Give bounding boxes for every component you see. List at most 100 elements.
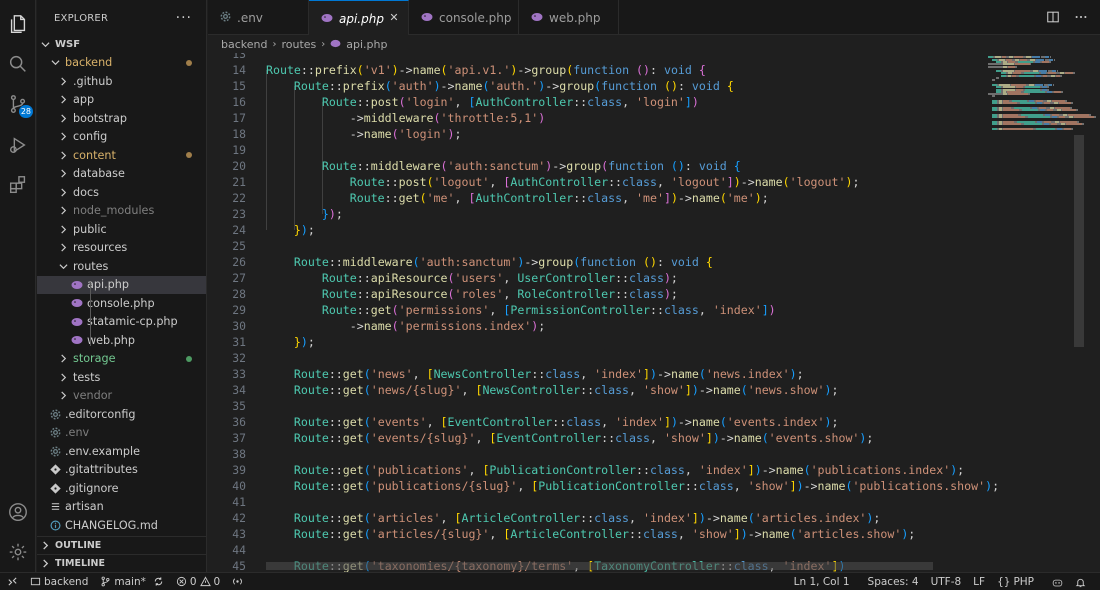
indentation-status[interactable]: Spaces: 4 bbox=[862, 573, 925, 590]
gear-icon bbox=[220, 11, 231, 25]
code-token: 'news.index' bbox=[705, 367, 790, 381]
sync-icon[interactable] bbox=[153, 576, 164, 587]
code-line[interactable]: ->name('login'); bbox=[266, 126, 462, 142]
line-number: 44 bbox=[232, 543, 246, 557]
workspace-root[interactable]: WSF bbox=[37, 35, 206, 54]
sidebar-item-changelog-md[interactable]: CHANGELOG.md bbox=[37, 516, 206, 535]
account-icon[interactable] bbox=[5, 499, 31, 525]
code-token: 'permissions' bbox=[398, 303, 490, 317]
tab-console-php[interactable]: console.php bbox=[409, 0, 519, 35]
explorer-files-icon[interactable] bbox=[5, 11, 31, 37]
extensions-icon[interactable] bbox=[5, 172, 31, 198]
code-line[interactable]: Route::middleware('auth:sanctum')->group… bbox=[266, 158, 741, 174]
cursor-position[interactable]: Ln 1, Col 1 bbox=[788, 573, 856, 590]
sidebar-item-web-php[interactable]: web.php bbox=[37, 331, 206, 350]
sidebar-item-gitignore[interactable]: .gitignore bbox=[37, 479, 206, 498]
code-editor[interactable]: 13 14 15 16 17 18 19 20 21 22 23 24 25 26 27 28 29 30 31 32… bbox=[208, 53, 1100, 572]
close-icon[interactable]: ✕ bbox=[388, 12, 400, 24]
code-line[interactable]: }); bbox=[266, 222, 315, 238]
horizontal-scrollbar[interactable] bbox=[266, 562, 933, 570]
sidebar-item-gitattributes[interactable]: .gitattributes bbox=[37, 461, 206, 480]
code-line[interactable]: Route::middleware('auth:sanctum')->group… bbox=[266, 254, 713, 270]
code-line[interactable]: Route::get('events/{slug}', [EventContro… bbox=[266, 430, 873, 446]
sidebar-item-docs[interactable]: docs bbox=[37, 183, 206, 202]
code-line[interactable]: Route::apiResource('users', UserControll… bbox=[266, 270, 678, 286]
copilot-status[interactable] bbox=[1046, 573, 1069, 590]
code-line[interactable]: Route::post('logout', [AuthController::c… bbox=[266, 174, 860, 190]
sidebar-item-label: .editorconfig bbox=[65, 407, 136, 421]
code-line[interactable]: Route::get('publications/{slug}', [Publi… bbox=[266, 478, 999, 494]
workspace-folder-status[interactable]: backend bbox=[24, 573, 94, 590]
sidebar-item-tests[interactable]: tests bbox=[37, 368, 206, 387]
sidebar-item-routes[interactable]: routes bbox=[37, 257, 206, 276]
eol-status[interactable]: LF bbox=[967, 573, 991, 590]
code-line[interactable]: }); bbox=[266, 334, 315, 350]
modified-dot bbox=[186, 59, 192, 66]
sidebar-item-backend[interactable]: backend bbox=[37, 54, 206, 73]
sidebar-item-content[interactable]: content bbox=[37, 146, 206, 165]
code-line[interactable]: Route::get('permissions', [PermissionCon… bbox=[266, 302, 776, 318]
minimap[interactable] bbox=[988, 53, 1096, 133]
sidebar-item-artisan[interactable]: artisan bbox=[37, 498, 206, 517]
code-line[interactable]: Route::get('me', [AuthController::class,… bbox=[266, 190, 769, 206]
code-token: [ bbox=[454, 511, 462, 525]
problems-status[interactable]: 0 0 bbox=[170, 573, 226, 590]
language-mode[interactable]: {} PHP bbox=[991, 573, 1040, 590]
outline-panel-header[interactable]: OUTLINE bbox=[37, 536, 206, 554]
sidebar-item-github[interactable]: .github bbox=[37, 72, 206, 91]
ports-status[interactable] bbox=[226, 573, 249, 590]
notifications-status[interactable] bbox=[1069, 573, 1092, 590]
more-actions-icon[interactable]: ··· bbox=[176, 10, 192, 26]
timeline-panel-header[interactable]: TIMELINE bbox=[37, 554, 206, 572]
settings-gear-icon[interactable] bbox=[5, 539, 31, 565]
sidebar-item-editorconfig[interactable]: .editorconfig bbox=[37, 405, 206, 424]
code-line[interactable]: Route::get('events', [EventController::c… bbox=[266, 414, 839, 430]
run-debug-icon[interactable] bbox=[5, 132, 31, 158]
sidebar-item-vendor[interactable]: vendor bbox=[37, 387, 206, 406]
breadcrumb-item[interactable]: backend bbox=[221, 38, 267, 51]
search-icon[interactable] bbox=[5, 51, 31, 77]
sidebar-item-statamic-cp-php[interactable]: statamic-cp.php bbox=[37, 313, 206, 332]
encoding-status[interactable]: UTF-8 bbox=[925, 573, 968, 590]
sidebar-item-node-modules[interactable]: node_modules bbox=[37, 202, 206, 221]
code-line[interactable]: Route::get('articles/{slug}', [ArticleCo… bbox=[266, 526, 915, 542]
tab-web-php[interactable]: web.php bbox=[519, 0, 619, 35]
sidebar-item-env[interactable]: .env bbox=[37, 424, 206, 443]
sidebar-item-public[interactable]: public bbox=[37, 220, 206, 239]
tab-api-php[interactable]: api.php ✕ bbox=[309, 0, 409, 36]
code-line[interactable]: Route::prefix('auth')->name('auth.')->gr… bbox=[266, 78, 734, 94]
vertical-scrollbar[interactable] bbox=[1074, 135, 1084, 347]
code-line[interactable]: Route::get('news/{slug}', [NewsControlle… bbox=[266, 382, 839, 398]
sidebar-item-database[interactable]: database bbox=[37, 165, 206, 184]
tab-env[interactable]: .env bbox=[208, 0, 309, 35]
code-line[interactable]: Route::get('news', [NewsController::clas… bbox=[266, 366, 804, 382]
code-line[interactable]: ->name('permissions.index'); bbox=[266, 318, 545, 334]
source-control-icon[interactable]: 28 bbox=[5, 91, 33, 118]
code-line[interactable]: ->middleware('throttle:5,1') bbox=[266, 110, 546, 126]
code-line[interactable]: Route::apiResource('roles', RoleControll… bbox=[266, 286, 678, 302]
sidebar-item-env-example[interactable]: .env.example bbox=[37, 442, 206, 461]
code-line[interactable]: Route::get('articles', [ArticleControlle… bbox=[266, 510, 880, 526]
breadcrumb-item[interactable]: api.php bbox=[346, 38, 387, 51]
sidebar-item-api-php[interactable]: api.php bbox=[37, 275, 206, 294]
sidebar-item-bootstrap[interactable]: bootstrap bbox=[37, 109, 206, 128]
remote-indicator[interactable] bbox=[0, 573, 24, 590]
code-line[interactable]: }); bbox=[266, 206, 343, 222]
sidebar-item-resources[interactable]: resources bbox=[37, 239, 206, 258]
code-token: ] bbox=[663, 415, 671, 429]
more-actions-icon[interactable] bbox=[1074, 10, 1088, 24]
minimap-token bbox=[1030, 63, 1031, 66]
sidebar-item-storage[interactable]: storage bbox=[37, 350, 206, 369]
sidebar-item-config[interactable]: config bbox=[37, 128, 206, 147]
code-line[interactable]: Route::prefix('v1')->name('api.v1.')->gr… bbox=[266, 62, 706, 78]
code-token: PublicationController bbox=[538, 479, 685, 493]
code-line[interactable]: Route::get('publications', [PublicationC… bbox=[266, 462, 964, 478]
line-number: 29 bbox=[232, 303, 246, 317]
code-line[interactable]: Route::post('login', [AuthController::cl… bbox=[266, 94, 699, 110]
sidebar-item-app[interactable]: app bbox=[37, 91, 206, 110]
split-editor-icon[interactable] bbox=[1046, 10, 1060, 24]
git-branch-status[interactable]: main* bbox=[94, 573, 170, 590]
sidebar-item-console-php[interactable]: console.php bbox=[37, 294, 206, 313]
breadcrumb-item[interactable]: routes bbox=[281, 38, 316, 51]
